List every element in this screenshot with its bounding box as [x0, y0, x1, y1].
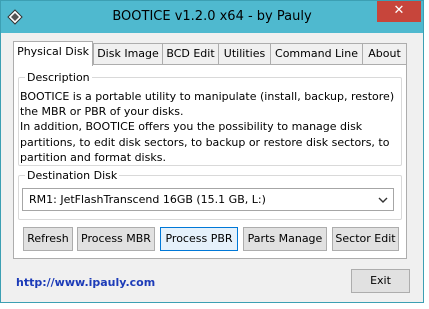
- tab-physical-disk[interactable]: Physical Disk: [13, 41, 93, 66]
- description-text: BOOTICE is a portable utility to manipul…: [20, 89, 400, 165]
- bootice-window: BOOTICE v1.2.0 x64 - by Pauly ✕ Physical…: [0, 0, 424, 303]
- sector-edit-button[interactable]: Sector Edit: [332, 227, 399, 251]
- tab-label: Utilities: [223, 47, 266, 60]
- description-line: BOOTICE is a portable utility to manipul…: [20, 90, 395, 103]
- title-bar[interactable]: BOOTICE v1.2.0 x64 - by Pauly ✕: [1, 1, 423, 33]
- description-legend: Description: [27, 71, 90, 84]
- window-title: BOOTICE v1.2.0 x64 - by Pauly: [112, 9, 312, 24]
- process-pbr-button[interactable]: Process PBR: [160, 227, 238, 251]
- ipauly-link[interactable]: http://www.ipauly.com: [16, 276, 155, 289]
- tab-utilities[interactable]: Utilities: [218, 43, 271, 64]
- tab-label: Command Line: [275, 47, 358, 60]
- tab-command-line[interactable]: Command Line: [270, 43, 363, 64]
- description-line: the MBR or PBR of your disks.: [20, 105, 184, 119]
- tab-label: Disk Image: [97, 47, 159, 60]
- tab-bcd-edit[interactable]: BCD Edit: [162, 43, 219, 64]
- tab-label: Physical Disk: [17, 45, 89, 58]
- tab-disk-image[interactable]: Disk Image: [93, 43, 163, 64]
- process-mbr-button[interactable]: Process MBR: [77, 227, 155, 251]
- exit-button[interactable]: Exit: [351, 269, 410, 293]
- close-button[interactable]: ✕: [377, 1, 421, 22]
- tab-about[interactable]: About: [362, 43, 407, 64]
- description-line: partitions, to edit disk sectors, to bac…: [20, 135, 390, 149]
- close-icon: ✕: [393, 3, 405, 18]
- description-line: partition and format disks.: [20, 150, 166, 164]
- destination-disk-legend: Destination Disk: [27, 169, 118, 182]
- chevron-down-icon[interactable]: [378, 196, 388, 204]
- refresh-button[interactable]: Refresh: [23, 227, 73, 251]
- parts-manage-button[interactable]: Parts Manage: [243, 227, 327, 251]
- tab-label: BCD Edit: [166, 47, 215, 60]
- destination-disk-value: RM1: JetFlashTranscend 16GB (15.1 GB, L:…: [29, 193, 266, 206]
- description-line: In addition, BOOTICE offers you the poss…: [20, 120, 363, 134]
- tab-label: About: [368, 47, 401, 60]
- destination-disk-select[interactable]: RM1: JetFlashTranscend 16GB (15.1 GB, L:…: [22, 188, 394, 211]
